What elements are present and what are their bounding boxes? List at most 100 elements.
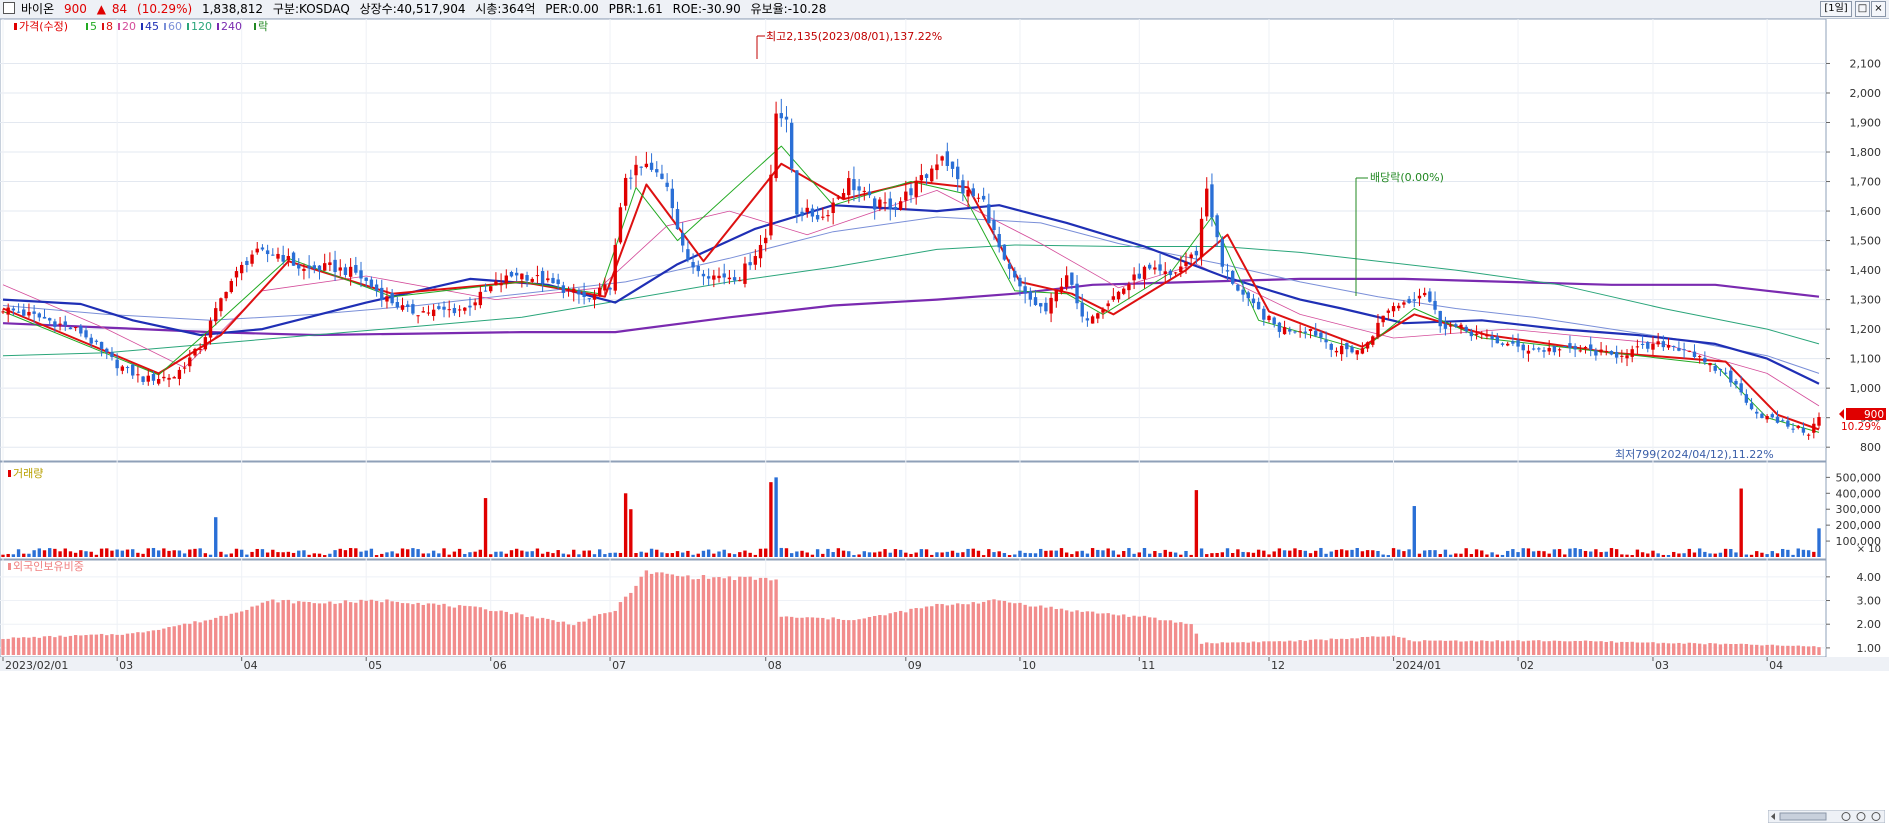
candle-body: [981, 195, 986, 200]
volume-bar: [447, 554, 451, 557]
foreign-ratio-bar: [42, 636, 47, 655]
foreign-ratio-bar: [141, 632, 145, 655]
candle-body: [177, 369, 182, 379]
candle-body: [1677, 347, 1681, 351]
foreign-panel-label[interactable]: 외국인보유비중: [13, 560, 84, 573]
candle-body: [245, 260, 249, 265]
volume-bar: [976, 550, 981, 557]
volume-bar: [883, 549, 887, 557]
foreign-ratio-bar: [1547, 641, 1551, 655]
legend-ma5[interactable]: 5: [90, 20, 97, 33]
candle-body: [1480, 333, 1484, 335]
volume-bar: [945, 551, 950, 557]
candle-body: [1786, 420, 1790, 427]
candle-body: [701, 273, 706, 277]
scroll-thumb[interactable]: [1779, 812, 1827, 821]
foreign-ratio-bar: [831, 617, 835, 655]
volume-bar: [1298, 550, 1302, 557]
chart-scrollbar[interactable]: [1768, 810, 1885, 823]
foreign-ratio-bar: [1225, 642, 1230, 655]
foreign-ratio-bar: [582, 621, 586, 655]
foreign-ratio-bar: [110, 634, 114, 655]
foreign-ratio-bar: [784, 616, 789, 655]
foreign-ratio-bar: [37, 637, 42, 655]
volume-bar: [1220, 552, 1225, 557]
legend-price[interactable]: 가격(수정): [19, 20, 68, 33]
volume-tick-label: 400,000: [1836, 487, 1882, 500]
foreign-ratio-bar: [364, 600, 368, 655]
foreign-ratio-bar: [1469, 640, 1474, 655]
legend-ma20[interactable]: 20: [122, 20, 136, 33]
foreign-ratio-bar: [1246, 642, 1250, 655]
volume-bar: [878, 551, 882, 557]
volume-bar: [1765, 554, 1769, 557]
volume-bar: [1531, 551, 1536, 557]
candle-body: [509, 271, 514, 277]
legend-ma120[interactable]: 120: [191, 20, 212, 33]
legend-ma8[interactable]: 8: [106, 20, 113, 33]
candle-body: [1511, 341, 1515, 344]
close-icon[interactable]: ×: [1871, 1, 1886, 17]
price-tick-label: 1,700: [1850, 176, 1882, 189]
volume-bar: [1589, 551, 1593, 557]
foreign-ratio-bar: [214, 617, 218, 655]
price-tick-label: 1,000: [1850, 382, 1882, 395]
candle-body: [1371, 336, 1375, 345]
stock-chart[interactable]: 2,100 2,000 1,900 1,800 1,700 1,600 1,500 1,400…: [0, 19, 1889, 826]
candle-body: [1137, 273, 1141, 279]
foreign-ratio-bar: [1402, 637, 1406, 655]
volume-bar: [1459, 553, 1463, 557]
foreign-ratio-bar: [188, 623, 192, 655]
foreign-ratio-bar: [727, 576, 732, 655]
foreign-ratio-bar: [1158, 620, 1162, 655]
foreign-ratio-bar: [359, 599, 363, 655]
candle-body: [32, 311, 36, 314]
volume-bar: [1599, 552, 1603, 557]
legend-ma45[interactable]: 45: [145, 20, 159, 33]
foreign-ratio-bar: [1298, 640, 1302, 655]
volume-bar: [748, 552, 752, 557]
foreign-ratio-bar: [945, 605, 950, 655]
candle-body: [878, 199, 882, 208]
volume-bar: [1682, 553, 1686, 557]
candle-body: [136, 374, 140, 376]
foreign-ratio-bar: [1744, 644, 1749, 655]
volume-bar: [831, 552, 835, 557]
candle-body: [1013, 270, 1017, 278]
stock-checkbox[interactable]: [3, 2, 15, 14]
foreign-ratio-bar: [1054, 609, 1058, 655]
price-tick-label: 2,000: [1850, 87, 1882, 100]
candle-body: [1236, 284, 1240, 291]
candle-body: [37, 313, 42, 318]
candle-body: [265, 250, 270, 255]
foreign-ratio-bar: [1511, 640, 1515, 655]
volume-bar: [1734, 552, 1738, 557]
foreign-ratio-bar: [1817, 647, 1821, 655]
volume-bar: [120, 550, 125, 557]
volume-bar: [981, 555, 986, 557]
volume-bar: [177, 550, 182, 557]
legend-ex[interactable]: 락: [258, 20, 268, 33]
foreign-ratio-bar: [1122, 614, 1126, 655]
candle-body: [1464, 326, 1468, 332]
foreign-ratio-bar: [1314, 639, 1318, 655]
volume-panel-label[interactable]: 거래량: [13, 467, 43, 480]
candle-body: [764, 237, 768, 244]
price-tick-label: 1,400: [1850, 264, 1882, 277]
volume-unit-label: × 10: [1857, 544, 1881, 555]
volume-bar: [494, 551, 498, 557]
legend-ma240[interactable]: 240: [221, 20, 242, 33]
candle-body: [961, 180, 965, 194]
candle-body: [333, 259, 337, 273]
period-button[interactable]: [1일]: [1820, 1, 1852, 17]
candle-body: [1433, 300, 1437, 310]
foreign-ratio-bar: [722, 578, 726, 655]
volume-bar: [437, 553, 441, 557]
candle-body: [1033, 297, 1038, 306]
stock-name[interactable]: 바이온: [21, 0, 54, 18]
candle-body: [1402, 302, 1406, 305]
foreign-ratio-bar: [1033, 606, 1038, 655]
restore-icon[interactable]: □: [1855, 1, 1870, 17]
volume-bar: [909, 553, 913, 557]
legend-ma60[interactable]: 60: [168, 20, 182, 33]
